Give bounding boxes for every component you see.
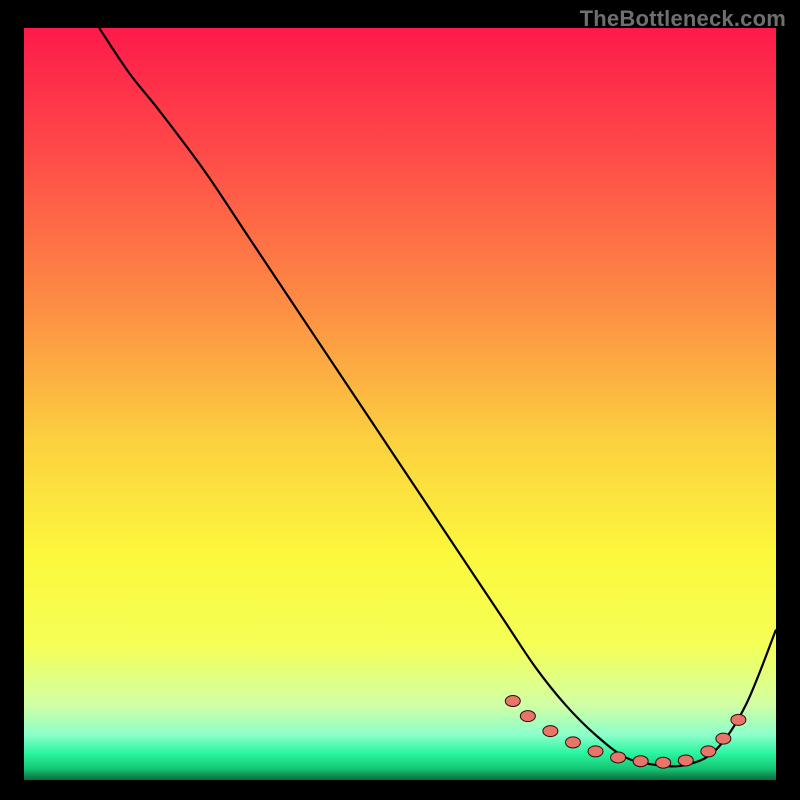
data-marker [505, 696, 520, 707]
data-marker [716, 733, 731, 744]
gradient-background [24, 28, 776, 780]
data-marker [611, 752, 626, 763]
data-marker [565, 737, 580, 748]
data-marker [731, 714, 746, 725]
data-marker [543, 726, 558, 737]
data-marker [678, 755, 693, 766]
watermark-text: TheBottleneck.com [580, 6, 786, 32]
bottleneck-plot [24, 28, 776, 780]
data-marker [656, 757, 671, 768]
chart-frame: TheBottleneck.com [0, 0, 800, 800]
data-marker [701, 746, 716, 757]
data-marker [633, 756, 648, 767]
plot-area [24, 28, 776, 780]
data-marker [588, 746, 603, 757]
data-marker [520, 711, 535, 722]
